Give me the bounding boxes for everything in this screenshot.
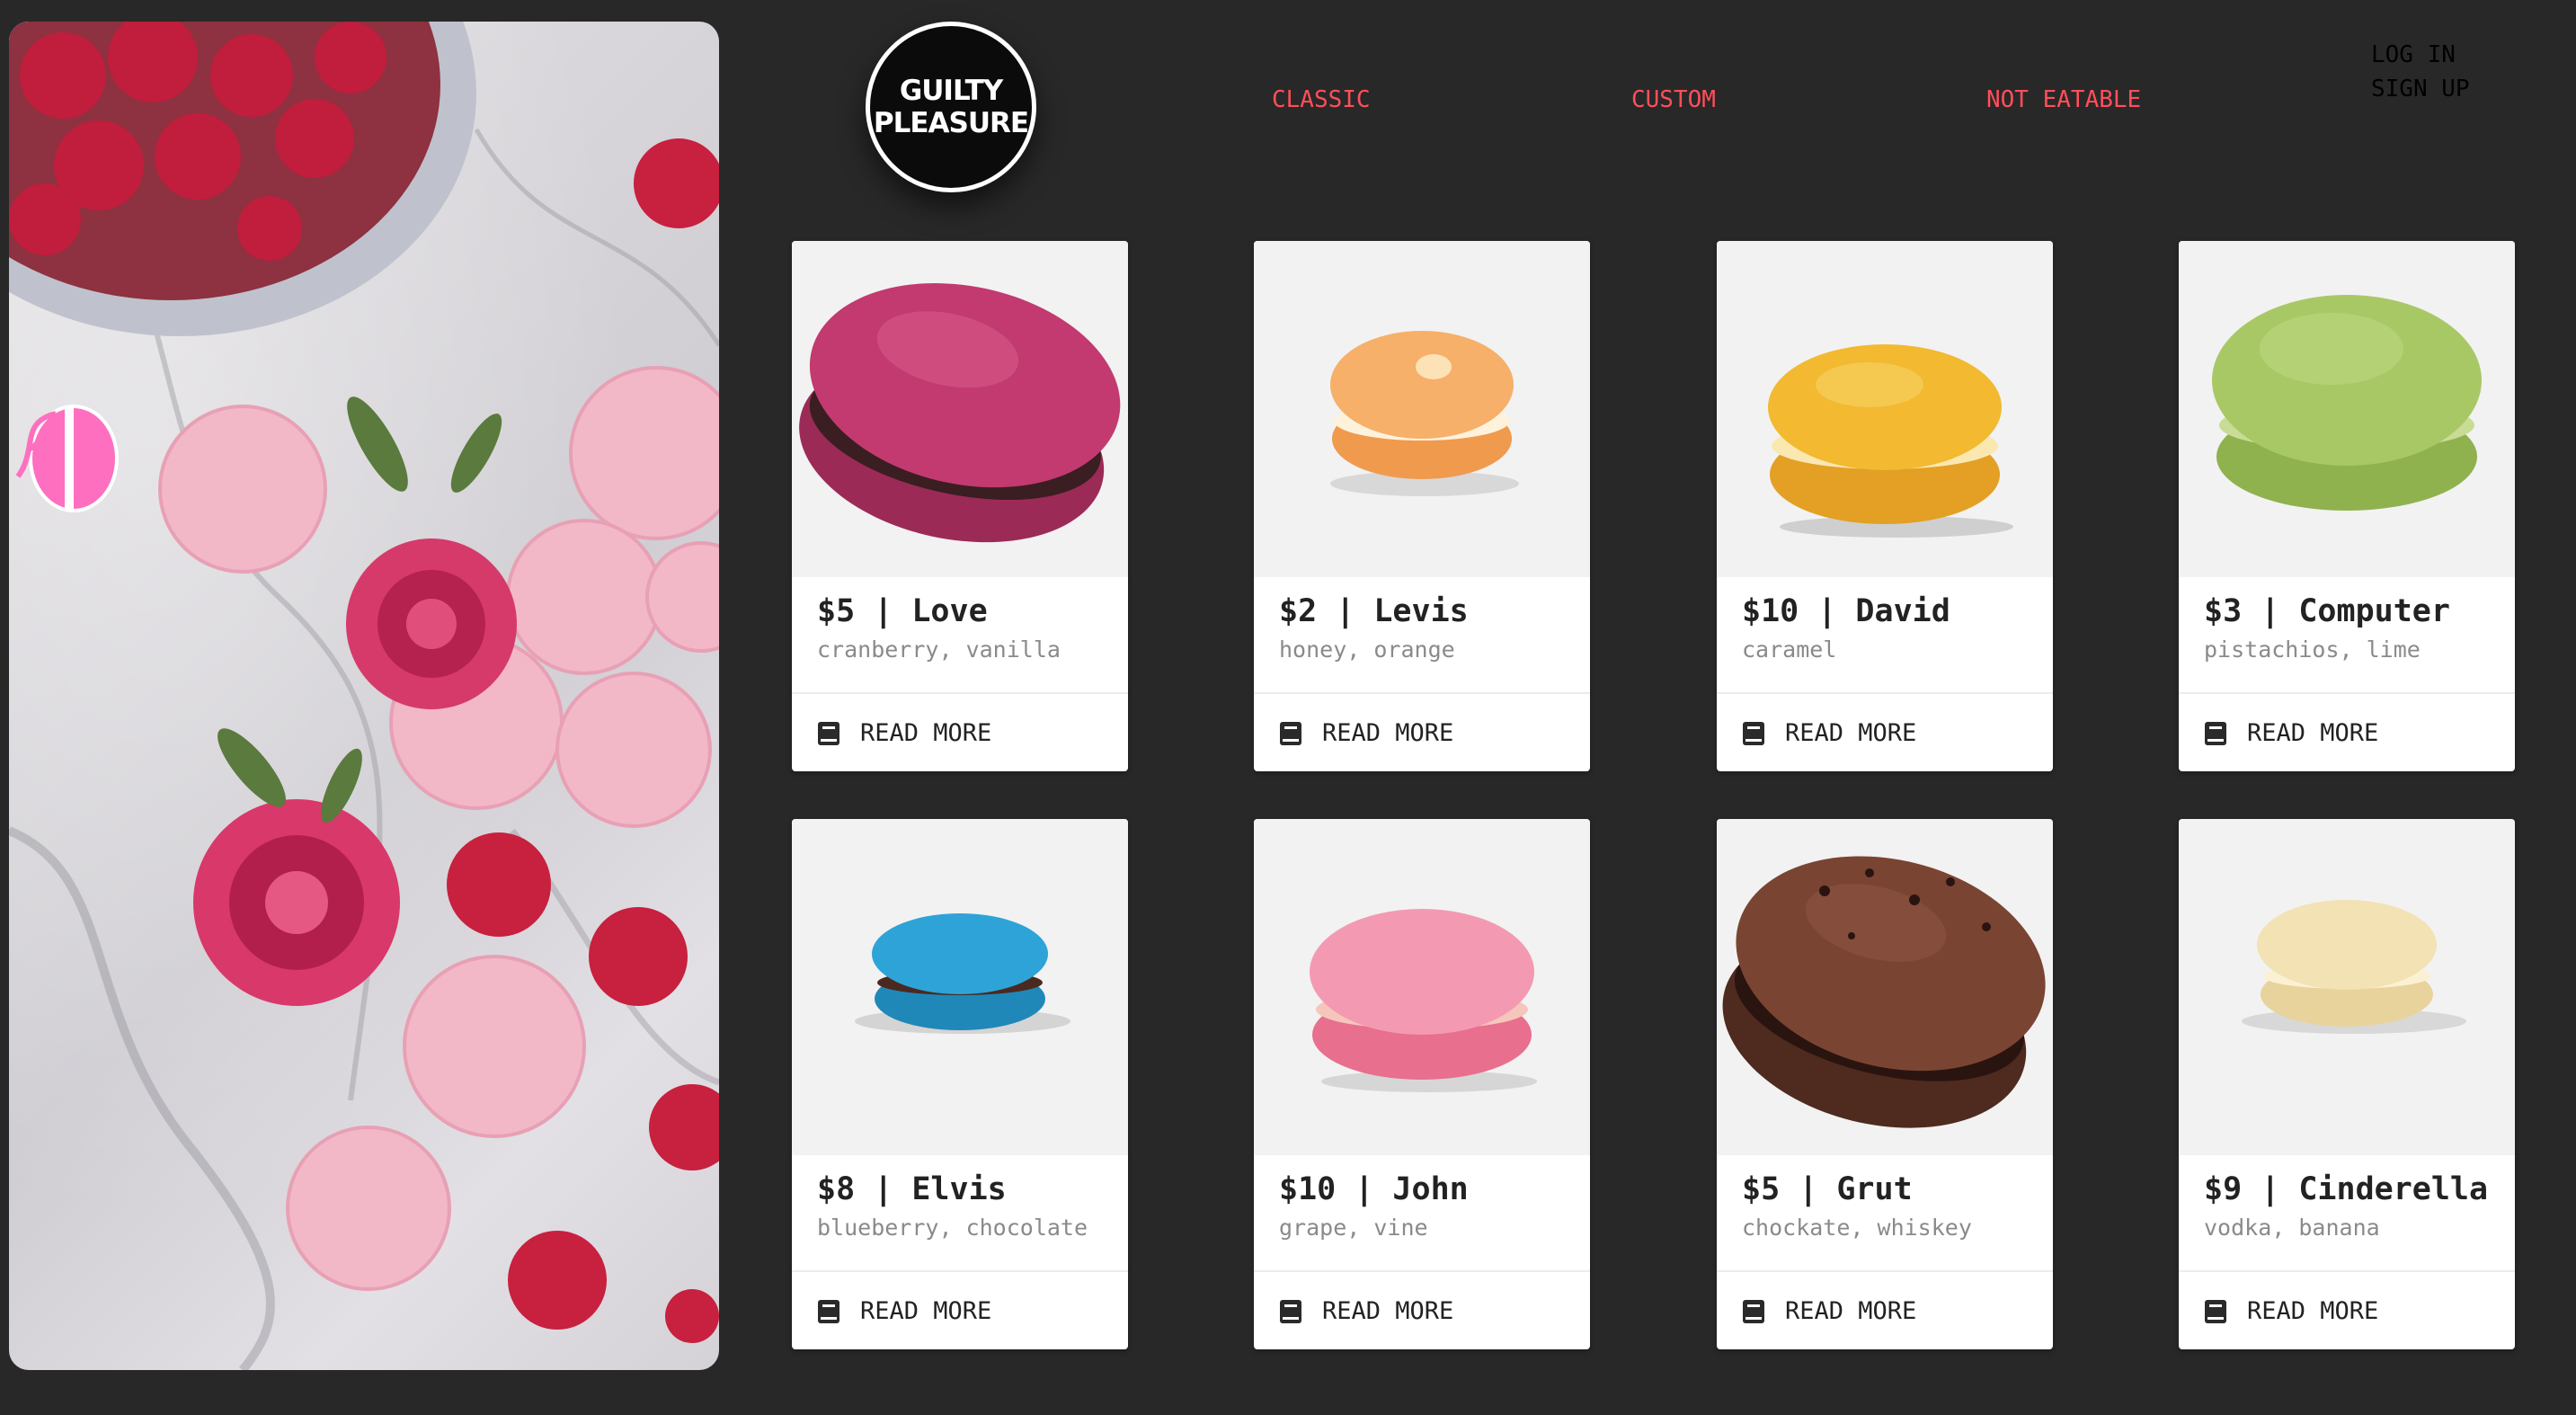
macaron-badge-icon — [11, 396, 119, 521]
macaron-image — [1768, 344, 2013, 538]
product-title: $5 | Love — [817, 593, 988, 629]
product-flavors: vodka, banana — [2204, 1215, 2380, 1241]
book-icon — [1743, 721, 1764, 745]
card-divider — [1254, 692, 1590, 694]
read-more-button[interactable]: READ MORE — [1279, 719, 1453, 747]
product-title: $10 | David — [1742, 593, 1950, 629]
read-more-label: READ MORE — [1322, 1297, 1454, 1325]
card-divider — [1254, 1270, 1590, 1272]
read-more-label: READ MORE — [1785, 719, 1917, 747]
logo-text-line1: GUILTY — [899, 75, 1003, 107]
read-more-label: READ MORE — [860, 719, 992, 747]
book-icon — [2205, 721, 2226, 745]
product-image[interactable] — [1717, 241, 2053, 577]
card-divider — [1717, 692, 2053, 694]
product-image[interactable] — [1254, 241, 1590, 577]
product-card[interactable]: $10 | David caramel READ MORE — [1717, 241, 2053, 771]
product-card[interactable]: $5 | Love cranberry, vanilla READ MORE — [792, 241, 1128, 771]
macaron-image — [2242, 900, 2466, 1034]
product-card[interactable]: $2 | Levis honey, orange READ MORE — [1254, 241, 1590, 771]
read-more-label: READ MORE — [2247, 719, 2379, 747]
guilty-pleasure-logo[interactable]: GUILTY PLEASURE — [866, 22, 1036, 192]
hero-illustration — [9, 22, 719, 1370]
product-title: $9 | Cinderella — [2204, 1171, 2489, 1207]
read-more-label: READ MORE — [860, 1297, 992, 1325]
product-title: $2 | Levis — [1279, 593, 1469, 629]
logo-text-line2: PLEASURE — [873, 107, 1029, 139]
read-more-button[interactable]: READ MORE — [2204, 1297, 2378, 1325]
macaron-image — [1310, 909, 1537, 1092]
card-divider — [792, 1270, 1128, 1272]
product-image[interactable] — [792, 819, 1128, 1155]
read-more-button[interactable]: READ MORE — [2204, 719, 2378, 747]
product-title: $10 | John — [1279, 1171, 1469, 1207]
product-flavors: honey, orange — [1279, 636, 1455, 663]
login-link[interactable]: LOG IN — [2371, 38, 2470, 72]
book-icon — [818, 721, 839, 745]
macaron-image — [2212, 295, 2482, 511]
product-title: $3 | Computer — [2204, 593, 2450, 629]
read-more-label: READ MORE — [2247, 1297, 2379, 1325]
book-icon — [818, 1299, 839, 1323]
product-flavors: pistachios, lime — [2204, 636, 2421, 663]
nav-link-custom[interactable]: CUSTOM — [1631, 86, 1716, 113]
read-more-button[interactable]: READ MORE — [1742, 1297, 1916, 1325]
nav-link-classic[interactable]: CLASSIC — [1272, 86, 1371, 113]
card-divider — [1717, 1270, 2053, 1272]
product-flavors: chockate, whiskey — [1742, 1215, 1972, 1241]
product-image[interactable] — [1717, 819, 2053, 1155]
book-icon — [1743, 1299, 1764, 1323]
signup-link[interactable]: SIGN UP — [2371, 72, 2470, 106]
macaron-image — [1330, 331, 1519, 496]
product-card[interactable]: $3 | Computer pistachios, lime READ MORE — [2179, 241, 2515, 771]
product-card[interactable]: $5 | Grut chockate, whiskey READ MORE — [1717, 819, 2053, 1349]
product-flavors: grape, vine — [1279, 1215, 1428, 1241]
product-flavors: caramel — [1742, 636, 1837, 663]
book-icon — [1280, 721, 1301, 745]
read-more-button[interactable]: READ MORE — [817, 1297, 991, 1325]
product-image[interactable] — [2179, 241, 2515, 577]
product-title: $5 | Grut — [1742, 1171, 1913, 1207]
read-more-label: READ MORE — [1785, 1297, 1917, 1325]
macaron-image — [855, 913, 1070, 1034]
book-icon — [1280, 1299, 1301, 1323]
product-title: $8 | Elvis — [817, 1171, 1007, 1207]
auth-links: LOG IN SIGN UP — [2371, 38, 2470, 106]
nav-link-not-eatable[interactable]: NOT EATABLE — [1986, 86, 2141, 113]
card-divider — [2179, 692, 2515, 694]
product-image[interactable] — [1254, 819, 1590, 1155]
product-card[interactable]: $8 | Elvis blueberry, chocolate READ MOR… — [792, 819, 1128, 1349]
product-image[interactable] — [792, 241, 1128, 577]
macaron-image — [1722, 856, 2046, 1128]
book-icon — [2205, 1299, 2226, 1323]
read-more-button[interactable]: READ MORE — [1279, 1297, 1453, 1325]
read-more-button[interactable]: READ MORE — [817, 719, 991, 747]
read-more-button[interactable]: READ MORE — [1742, 719, 1916, 747]
macaron-image — [799, 283, 1121, 543]
card-divider — [792, 692, 1128, 694]
page: GUILTY PLEASURE CLASSIC CUSTOM NOT EATAB… — [0, 0, 2576, 1415]
product-card[interactable]: $10 | John grape, vine READ MORE — [1254, 819, 1590, 1349]
hero-image — [9, 22, 719, 1370]
product-flavors: cranberry, vanilla — [817, 636, 1061, 663]
product-image[interactable] — [2179, 819, 2515, 1155]
read-more-label: READ MORE — [1322, 719, 1454, 747]
product-card[interactable]: $9 | Cinderella vodka, banana READ MORE — [2179, 819, 2515, 1349]
card-divider — [2179, 1270, 2515, 1272]
product-flavors: blueberry, chocolate — [817, 1215, 1088, 1241]
